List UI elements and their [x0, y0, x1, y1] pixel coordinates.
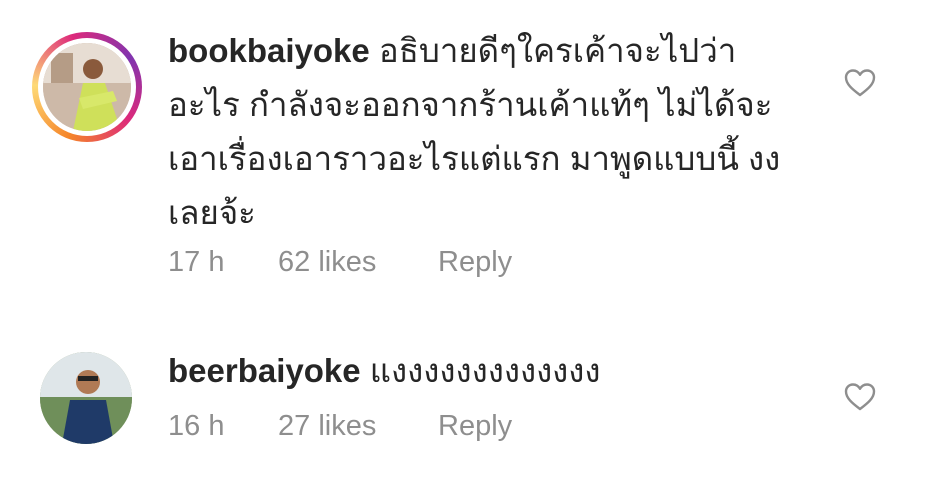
comment-likes-count[interactable]: 27 likes [278, 410, 438, 443]
comment-meta: 16 h 27 likes Reply [168, 410, 512, 443]
comment-username[interactable]: bookbaiyoke [168, 32, 370, 69]
comment-text-line: อะไร กำลังจะออกจากร้านเค้าแท้ๆ ไม่ได้จะ [168, 86, 773, 123]
heart-outline-icon[interactable] [844, 382, 876, 412]
comment-text-line: แงงงงงงงงงงงงง [369, 352, 601, 389]
avatar-photo-icon [43, 43, 131, 131]
comment-username[interactable]: beerbaiyoke [168, 352, 361, 389]
avatar-photo-icon [40, 352, 132, 444]
avatar-story-ring[interactable] [32, 32, 142, 142]
reply-button[interactable]: Reply [438, 410, 512, 443]
comment-text-line: อธิบายดีๆใครเค้าจะไปว่า [378, 32, 737, 69]
comment-likes-count[interactable]: 62 likes [278, 246, 438, 279]
heart-outline-icon[interactable] [844, 68, 876, 98]
comment-text-line: เอาเรื่องเอาราวอะไรแต่แรก มาพูดแบบนี้ งง [168, 140, 781, 177]
comment-body: beerbaiyoke แงงงงงงงงงงงงง [168, 344, 818, 398]
comment-timestamp: 16 h [168, 410, 225, 442]
avatar [43, 43, 131, 131]
comment-timestamp: 17 h [168, 246, 225, 278]
reply-button[interactable]: Reply [438, 246, 512, 279]
avatar[interactable] [40, 352, 132, 444]
comment-meta: 17 h 62 likes Reply [168, 246, 512, 279]
comment-text-line: เลยจ้ะ [168, 194, 256, 231]
comment-item: beerbaiyoke แงงงงงงงงงงงงง 16 h 27 likes R… [0, 300, 938, 488]
comment-body: bookbaiyoke อธิบายดีๆใครเค้าจะไปว่า อะไร… [168, 24, 818, 240]
comment-item: bookbaiyoke อธิบายดีๆใครเค้าจะไปว่า อะไร… [0, 0, 938, 300]
